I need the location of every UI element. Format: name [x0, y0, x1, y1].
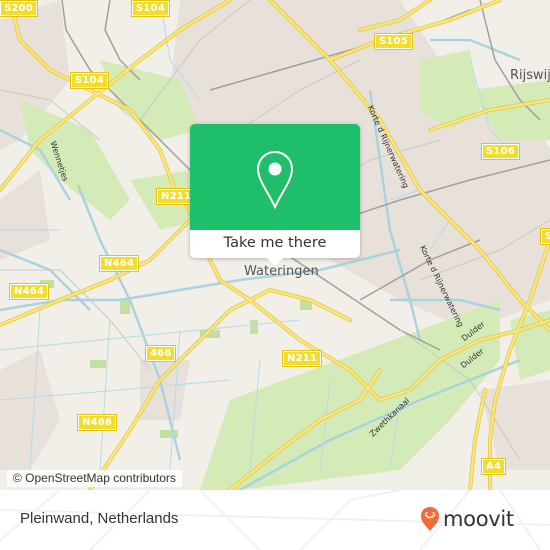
place-label-rijswijk: Rijswij: [510, 68, 550, 83]
place-label-wateringen: Wateringen: [244, 264, 319, 279]
map[interactable]: S200 S104 S104 S105 S106 S N211 N211 N46…: [0, 0, 550, 490]
road-shield-n464: N464: [8, 283, 50, 300]
road-shield-s105: S105: [374, 33, 413, 50]
take-me-there-button[interactable]: Take me there: [190, 230, 360, 258]
moovit-logo[interactable]: moovit: [420, 506, 514, 532]
map-attribution[interactable]: © OpenStreetMap contributors: [7, 470, 182, 487]
moovit-wordmark: moovit: [443, 507, 514, 531]
road-shield-s: S: [539, 228, 550, 245]
road-shield-n211: N211: [281, 350, 323, 367]
popup-pointer: [267, 258, 283, 266]
footer: Pleinwand, Netherlands moovit: [0, 490, 550, 550]
road-shield-s104: S104: [70, 72, 109, 89]
moovit-smile-pin-icon: [421, 507, 439, 531]
map-pin-icon: [256, 150, 294, 210]
road-shield-a4: A4: [480, 458, 507, 475]
location-name: Pleinwand, Netherlands: [20, 510, 179, 527]
road-shield-s106: S106: [481, 143, 520, 160]
destination-popup[interactable]: Take me there: [190, 124, 360, 266]
road-shield-466: 466: [144, 345, 177, 362]
popup-header[interactable]: [190, 124, 360, 230]
road-shield-s200: S200: [0, 0, 38, 17]
road-shield-n464: N464: [98, 255, 140, 272]
road-shield-n466: N466: [76, 414, 118, 431]
road-shield-s104: S104: [131, 0, 170, 17]
